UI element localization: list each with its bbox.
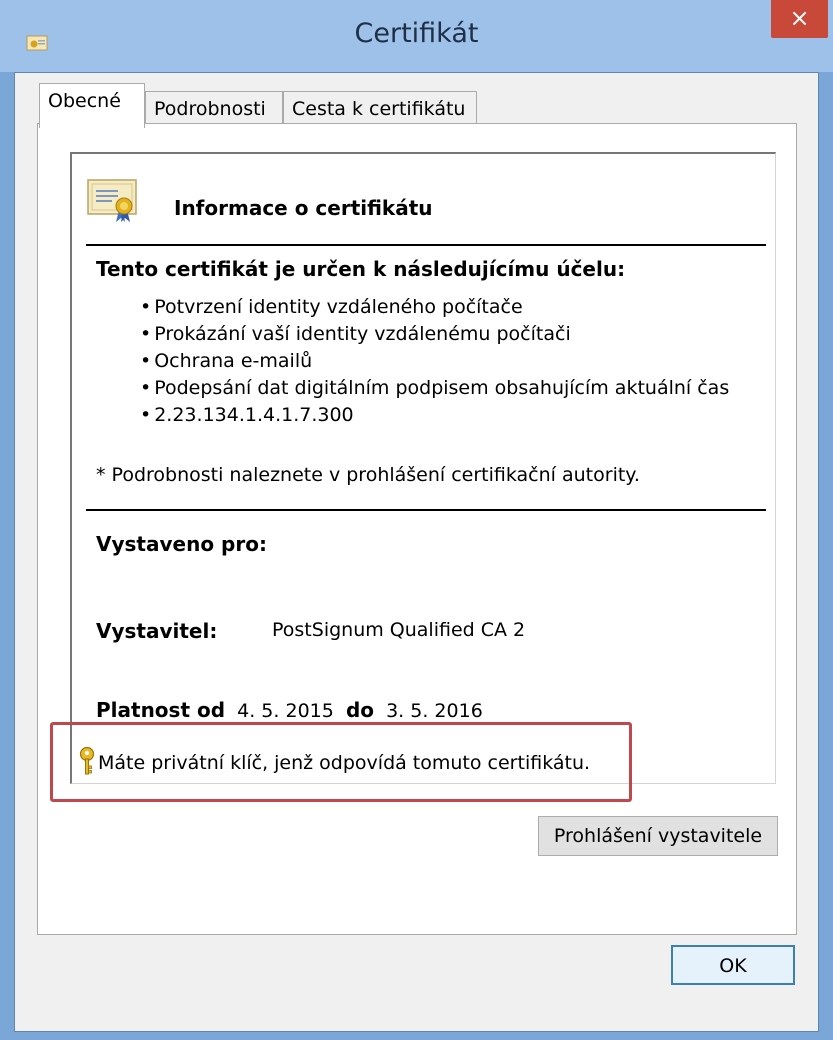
tab-certification-path[interactable]: Cesta k certifikátu — [283, 91, 477, 127]
purpose-item: Potvrzení identity vzdáleného počítače — [140, 294, 729, 321]
valid-to-label: do — [345, 698, 374, 722]
issuer-value: PostSignum Qualified CA 2 — [272, 619, 526, 641]
issued-to-label: Vystaveno pro: — [96, 532, 267, 556]
valid-to-date: 3. 5. 2016 — [386, 700, 483, 722]
valid-from-label: Platnost od — [96, 698, 226, 722]
certificate-info-box: Informace o certifikátu Tento certifikát… — [70, 152, 776, 784]
issuer-label: Vystavitel: — [96, 619, 218, 643]
certificate-icon — [87, 179, 137, 222]
ca-statement-note: * Podrobnosti naleznete v prohlášení cer… — [96, 464, 640, 486]
separator-top — [86, 244, 766, 246]
tab-general[interactable]: Obecné — [39, 83, 145, 128]
certificate-dialog: Certifikát × Obecné Podrobnosti Cesta k … — [0, 0, 833, 1040]
validity-period: Platnost od 4. 5. 2015 do 3. 5. 2016 — [96, 698, 483, 722]
close-button[interactable]: × — [771, 0, 828, 38]
general-tab-pane: Informace o certifikátu Tento certifikát… — [37, 123, 797, 935]
purpose-heading: Tento certifikát je určen k následujícím… — [96, 257, 626, 281]
separator-middle — [86, 509, 766, 511]
issuer-statement-button[interactable]: Prohlášení vystavitele — [538, 816, 778, 856]
title-bar[interactable]: Certifikát × — [0, 0, 833, 72]
dialog-client-area: Obecné Podrobnosti Cesta k certifikátu I… — [14, 72, 819, 1032]
tab-details[interactable]: Podrobnosti — [145, 91, 283, 127]
purpose-item: Prokázání vaší identity vzdálenému počít… — [140, 321, 729, 348]
purpose-item: Ochrana e-mailů — [140, 348, 729, 375]
purpose-list: Potvrzení identity vzdáleného počítače P… — [140, 294, 729, 429]
highlight-annotation — [50, 722, 632, 802]
purpose-item: 2.23.134.1.4.1.7.300 — [140, 402, 729, 429]
info-title: Informace o certifikátu — [174, 196, 433, 220]
valid-from-date: 4. 5. 2015 — [237, 700, 334, 722]
window-title: Certifikát — [354, 18, 479, 49]
ok-button[interactable]: OK — [671, 945, 795, 985]
purpose-item: Podepsání dat digitálním podpisem obsahu… — [140, 375, 729, 402]
